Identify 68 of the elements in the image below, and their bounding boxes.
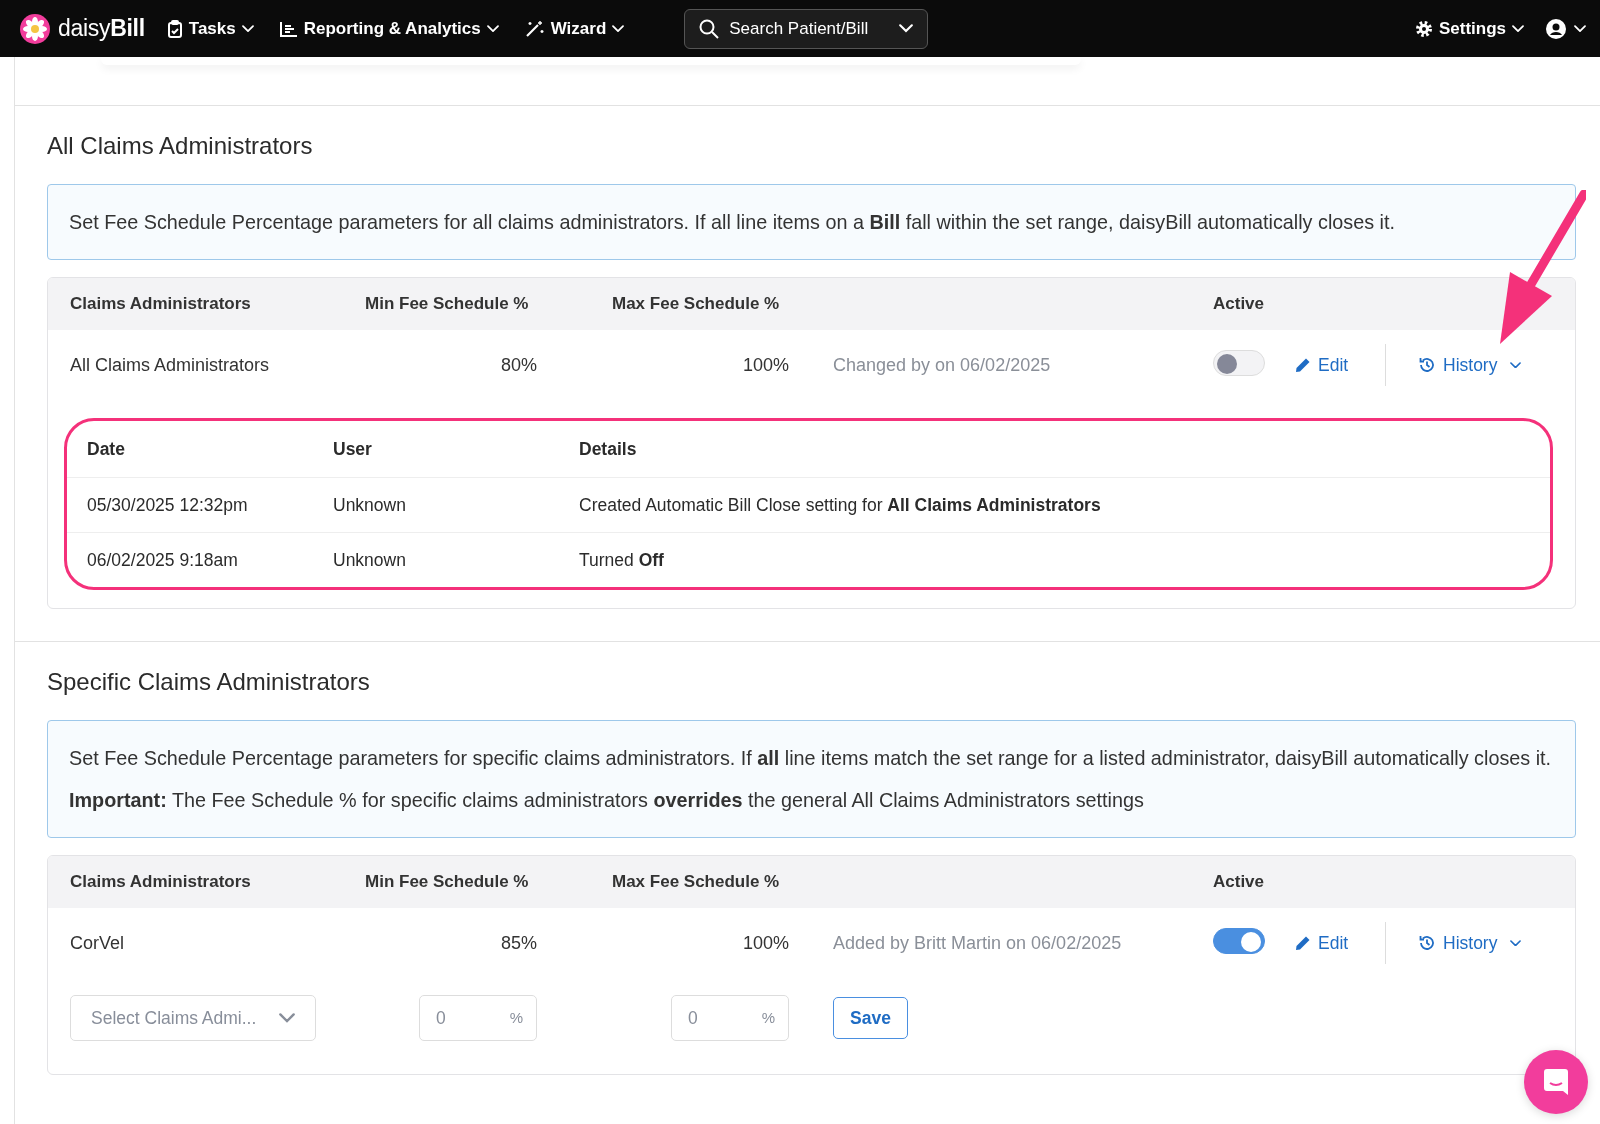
percent-unit: % xyxy=(509,1009,523,1026)
save-button[interactable]: Save xyxy=(833,997,908,1039)
history-cell-text: 06/02/2025 9:18am xyxy=(87,549,239,571)
section-title: All Claims Administrators xyxy=(47,132,314,160)
history-cell-text: 05/30/2025 12:32pm xyxy=(87,494,249,516)
caret-icon xyxy=(1574,24,1586,33)
column-header: Claims Administrators xyxy=(70,294,252,314)
history-icon xyxy=(1418,356,1436,374)
info-text: Important: The Fee Schedule % for specific claims administrators overrides the general All Claims Administrators settings xyxy=(69,788,1145,813)
daisy-flower-icon xyxy=(20,13,50,44)
settings-menu[interactable]: Settings xyxy=(1414,18,1524,39)
administrator-name: CorVel xyxy=(70,932,126,954)
claims-administrator-select[interactable]: Select Claims Admi... xyxy=(70,995,316,1041)
min-fee-value: 80% xyxy=(499,354,537,376)
caret-icon xyxy=(1510,939,1522,947)
pencil-icon xyxy=(1295,935,1311,951)
history-column-header: Date xyxy=(87,438,126,460)
history-cell-text: Unknown xyxy=(333,494,407,516)
change-note: Changed by on 06/02/2025 xyxy=(833,354,1052,376)
gear-icon xyxy=(1414,19,1433,38)
history-cell-text: Unknown xyxy=(333,549,407,571)
search-icon xyxy=(699,18,720,39)
caret-icon xyxy=(1512,24,1524,33)
chart-icon xyxy=(279,20,298,37)
chevron-down-icon xyxy=(279,1013,295,1023)
history-dropdown[interactable]: History xyxy=(1418,932,1522,954)
caret-icon xyxy=(612,24,625,33)
column-header: Min Fee Schedule % xyxy=(365,872,530,892)
magic-wand-icon xyxy=(524,19,545,38)
column-header: Max Fee Schedule % xyxy=(612,872,781,892)
change-note: Added by Britt Martin on 06/02/2025 xyxy=(833,932,1123,954)
percent-unit: % xyxy=(761,1009,775,1026)
column-header: Min Fee Schedule % xyxy=(365,294,530,314)
column-header: Claims Administrators xyxy=(70,872,252,892)
account-menu[interactable] xyxy=(1546,18,1586,39)
caret-icon xyxy=(241,24,254,33)
caret-icon xyxy=(1510,361,1522,369)
section-title: Specific Claims Administrators xyxy=(47,668,371,696)
min-fee-value: 85% xyxy=(499,932,537,954)
chat-icon xyxy=(1541,1067,1571,1097)
search-field[interactable]: Search Patient/Bill xyxy=(684,8,929,49)
clipboard-icon xyxy=(166,19,183,38)
column-header: Active xyxy=(1213,872,1266,892)
active-toggle[interactable] xyxy=(1213,928,1265,954)
history-cell-text: Turned Off xyxy=(579,549,665,571)
pencil-icon xyxy=(1295,357,1311,373)
info-text: Set Fee Schedule Percentage parameters for specific claims administrators. If all line items match the set range for a listed administrator, daisyBill automatically closes it. xyxy=(69,746,1553,771)
history-column-header: User xyxy=(333,438,373,460)
history-column-header: Details xyxy=(579,438,638,460)
user-avatar-icon xyxy=(1546,18,1566,39)
nav-menu[interactable]: Reporting & Analytics xyxy=(279,18,499,39)
nav-menu[interactable]: Wizard xyxy=(524,18,625,39)
column-header: Max Fee Schedule % xyxy=(612,294,781,314)
history-icon xyxy=(1418,934,1436,952)
nav-menu[interactable]: Tasks xyxy=(166,18,254,39)
logo-text: daisyBill xyxy=(58,15,145,42)
history-cell-text: Created Automatic Bill Close setting for All Claims Administrators xyxy=(579,494,1102,516)
edit-link[interactable]: Edit xyxy=(1295,354,1349,376)
max-fee-value: 100% xyxy=(741,354,789,376)
info-text: Set Fee Schedule Percentage parameters for all claims administrators. If all line items on a Bill fall within the set range, daisyBill automatically closes it. xyxy=(69,210,1396,235)
edit-link[interactable]: Edit xyxy=(1295,932,1349,954)
chat-button[interactable] xyxy=(1524,1050,1588,1114)
administrator-name: All Claims Administrators xyxy=(70,354,271,376)
column-header: Active xyxy=(1213,294,1266,314)
caret-icon xyxy=(486,24,499,33)
history-dropdown[interactable]: History xyxy=(1418,354,1522,376)
chevron-down-icon xyxy=(899,24,914,33)
max-fee-value: 100% xyxy=(741,932,789,954)
